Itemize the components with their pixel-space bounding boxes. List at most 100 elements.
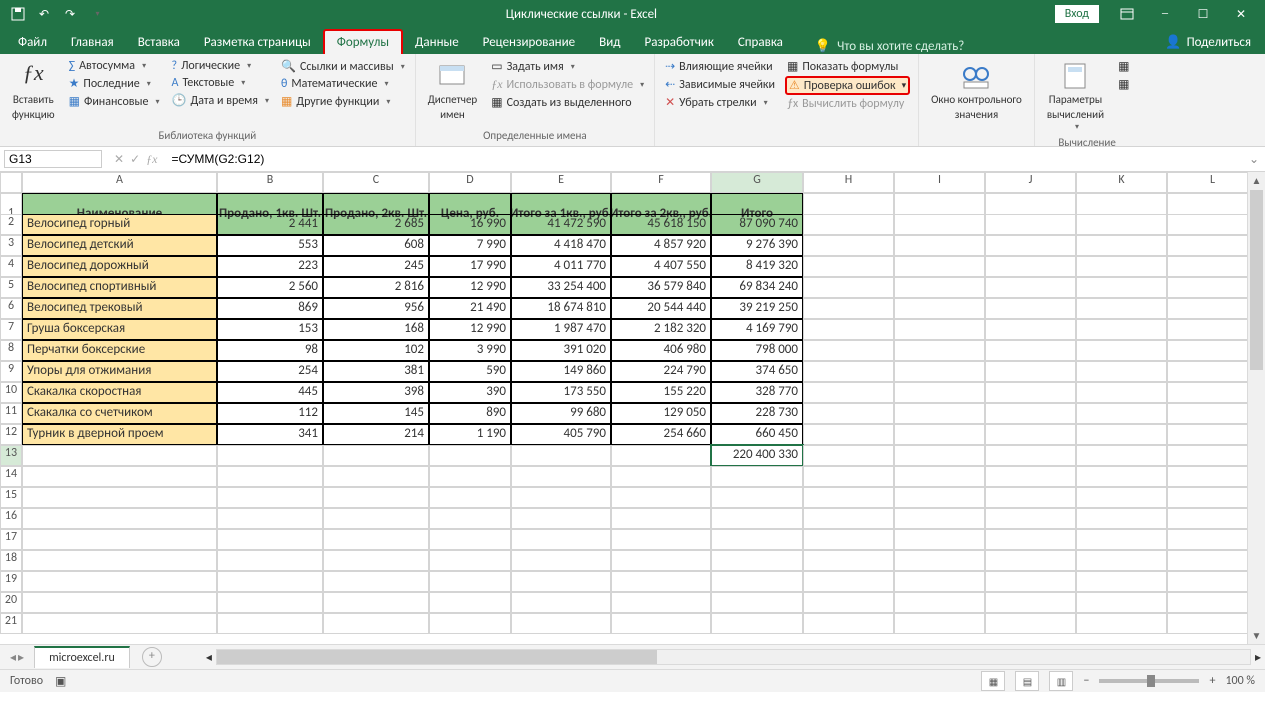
cell-C2[interactable]: 2 685 (323, 214, 429, 235)
cell-empty[interactable] (803, 445, 894, 466)
cell-B12[interactable]: 341 (217, 424, 323, 445)
remove-arrows-button[interactable]: ✕Убрать стрелки (663, 94, 777, 111)
cell-empty[interactable] (429, 466, 511, 487)
tell-me[interactable]: 💡 Что вы хотите сделать? (815, 39, 964, 54)
cell-empty[interactable] (1076, 445, 1167, 466)
cell-empty[interactable] (1167, 613, 1258, 634)
calc-options-button[interactable]: Параметры вычислений (1043, 58, 1108, 134)
calc-now-button[interactable]: ▦ (1116, 58, 1131, 75)
cell-empty[interactable] (611, 445, 711, 466)
cell-empty[interactable] (217, 508, 323, 529)
cell-empty[interactable] (323, 550, 429, 571)
cell-F11[interactable]: 129 050 (611, 403, 711, 424)
cell-F2[interactable]: 45 618 150 (611, 214, 711, 235)
cell-A2[interactable]: Велосипед горный (22, 214, 217, 235)
cell-D4[interactable]: 17 990 (429, 256, 511, 277)
cell-empty[interactable] (429, 550, 511, 571)
view-normal-icon[interactable]: ▦ (981, 671, 1005, 691)
formula-input[interactable] (165, 150, 1242, 168)
cell-empty[interactable] (1076, 487, 1167, 508)
row-header-10[interactable]: 10 (0, 382, 22, 403)
use-in-formula-button[interactable]: ƒxИспользовать в формуле (489, 76, 646, 93)
cell-G11[interactable]: 228 730 (711, 403, 803, 424)
tab-view[interactable]: Вид (587, 31, 632, 54)
cell-empty[interactable] (1076, 235, 1167, 256)
cell-empty[interactable] (1167, 256, 1258, 277)
macro-record-icon[interactable]: ▣ (55, 674, 66, 689)
cell-empty[interactable] (711, 571, 803, 592)
cell-empty[interactable] (803, 466, 894, 487)
horizontal-scrollbar[interactable]: ◂ ▸ (202, 649, 1265, 665)
cell-empty[interactable] (985, 550, 1076, 571)
qat-customize-icon[interactable] (84, 3, 108, 25)
col-header-H[interactable]: H (803, 172, 894, 193)
cell-empty[interactable] (511, 487, 611, 508)
cell-empty[interactable] (711, 508, 803, 529)
cell-D2[interactable]: 16 990 (429, 214, 511, 235)
cell-D9[interactable]: 590 (429, 361, 511, 382)
cell-empty[interactable] (1076, 592, 1167, 613)
cell-G2[interactable]: 87 090 740 (711, 214, 803, 235)
cell-G7[interactable]: 4 169 790 (711, 319, 803, 340)
cell-empty[interactable] (1076, 508, 1167, 529)
row-header-11[interactable]: 11 (0, 403, 22, 424)
cell-B5[interactable]: 2 560 (217, 277, 323, 298)
cell-empty[interactable] (611, 613, 711, 634)
cell-G3[interactable]: 9 276 390 (711, 235, 803, 256)
cell-empty[interactable] (985, 571, 1076, 592)
cancel-formula-icon[interactable]: ✕ (114, 152, 124, 167)
cell-empty[interactable] (1076, 403, 1167, 424)
cell-F9[interactable]: 224 790 (611, 361, 711, 382)
cell-empty[interactable] (894, 550, 985, 571)
cell-empty[interactable] (894, 466, 985, 487)
cell-A7[interactable]: Груша боксерская (22, 319, 217, 340)
cell-empty[interactable] (894, 529, 985, 550)
col-header-F[interactable]: F (611, 172, 711, 193)
cell-empty[interactable] (22, 592, 217, 613)
cell-empty[interactable] (985, 298, 1076, 319)
zoom-slider[interactable] (1099, 679, 1199, 683)
maximize-icon[interactable]: ☐ (1185, 0, 1221, 28)
cell-G9[interactable]: 374 650 (711, 361, 803, 382)
col-header-I[interactable]: I (894, 172, 985, 193)
cell-empty[interactable] (22, 445, 217, 466)
lookup-button[interactable]: 🔍Ссылки и массивы (279, 58, 407, 75)
cell-empty[interactable] (803, 424, 894, 445)
cell-empty[interactable] (511, 508, 611, 529)
cell-empty[interactable] (1076, 424, 1167, 445)
cell-empty[interactable] (803, 613, 894, 634)
tab-review[interactable]: Рецензирование (471, 31, 587, 54)
cell-empty[interactable] (323, 571, 429, 592)
row-header-21[interactable]: 21 (0, 613, 22, 634)
cell-empty[interactable] (611, 529, 711, 550)
tab-layout[interactable]: Разметка страницы (192, 31, 323, 54)
cell-empty[interactable] (894, 256, 985, 277)
zoom-level[interactable]: 100 % (1225, 674, 1255, 688)
cell-empty[interactable] (894, 424, 985, 445)
cell-empty[interactable] (511, 445, 611, 466)
cell-A6[interactable]: Велосипед трековый (22, 298, 217, 319)
cell-C9[interactable]: 381 (323, 361, 429, 382)
row-header-19[interactable]: 19 (0, 571, 22, 592)
col-header-K[interactable]: K (1076, 172, 1167, 193)
cell-empty[interactable] (894, 403, 985, 424)
text-button[interactable]: AТекстовые (170, 75, 271, 91)
tab-formulas[interactable]: Формулы (323, 29, 403, 54)
cell-empty[interactable] (1076, 214, 1167, 235)
cell-A4[interactable]: Велосипед дорожный (22, 256, 217, 277)
cell-empty[interactable] (894, 508, 985, 529)
col-header-B[interactable]: B (217, 172, 323, 193)
cell-empty[interactable] (429, 445, 511, 466)
cell-C4[interactable]: 245 (323, 256, 429, 277)
sheet-tab[interactable]: microexcel.ru (34, 646, 130, 668)
cell-C5[interactable]: 2 816 (323, 277, 429, 298)
cell-A3[interactable]: Велосипед детский (22, 235, 217, 256)
trace-precedents-button[interactable]: ⇢Влияющие ячейки (663, 58, 777, 75)
scroll-left-icon[interactable]: ◂ (202, 650, 216, 665)
cell-empty[interactable] (985, 319, 1076, 340)
cell-C11[interactable]: 145 (323, 403, 429, 424)
cell-empty[interactable] (985, 466, 1076, 487)
cell-E12[interactable]: 405 790 (511, 424, 611, 445)
zoom-out-button[interactable]: − (1083, 674, 1089, 688)
cell-empty[interactable] (803, 256, 894, 277)
